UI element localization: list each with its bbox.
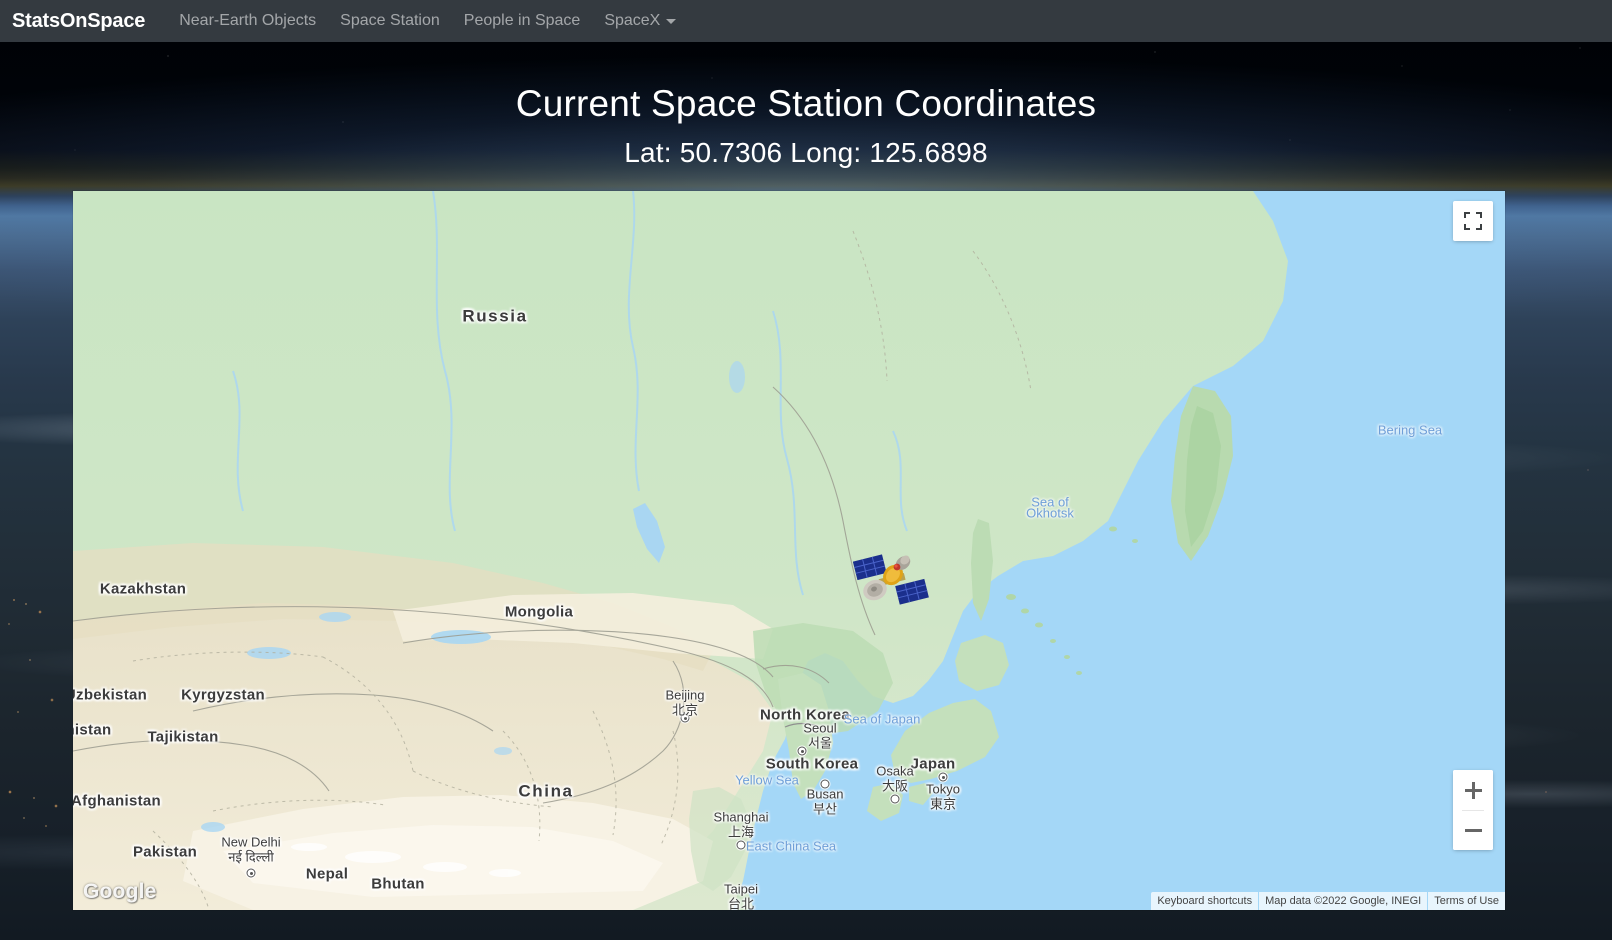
city-dot-osaka: [890, 794, 900, 804]
nav-link-label: Space Station: [340, 12, 440, 29]
nav-link-near-earth-objects[interactable]: Near-Earth Objects: [167, 12, 328, 30]
city-dot-new-delhi: [246, 868, 256, 878]
fullscreen-icon: [1464, 212, 1482, 230]
nav-link-people-in-space[interactable]: People in Space: [452, 12, 593, 30]
nav-link-label: Near-Earth Objects: [179, 12, 317, 29]
header-block: Current Space Station Coordinates Lat: 5…: [0, 42, 1612, 169]
zoom-controls[interactable]: [1453, 770, 1493, 850]
city-dot-beijing: [680, 713, 690, 723]
minus-icon: [1464, 822, 1482, 839]
google-map[interactable]: Russia Kazakhstan Uzbekistan Kyrgyzstan …: [73, 191, 1505, 910]
fullscreen-button[interactable]: [1453, 201, 1493, 241]
chevron-down-icon: [666, 18, 677, 24]
coordinates-readout: Lat: 50.7306 Long: 125.6898: [624, 136, 988, 168]
map-data-copyright: Map data ©2022 Google, INEGI: [1259, 892, 1428, 910]
terms-of-use-link[interactable]: Terms of Use: [1428, 892, 1505, 910]
satellite-icon: [852, 554, 929, 605]
nav-links: Near-Earth Objects Space Station People …: [167, 12, 688, 30]
nav-link-label: People in Space: [463, 12, 581, 29]
nav-link-space-station[interactable]: Space Station: [328, 12, 452, 30]
page-title: Current Space Station Coordinates: [515, 83, 1097, 124]
city-dot-shanghai: [736, 840, 746, 850]
page-root: StatsOnSpace Near-Earth Objects Space St…: [0, 0, 1612, 940]
map-canvas[interactable]: Russia Kazakhstan Uzbekistan Kyrgyzstan …: [73, 191, 1505, 910]
google-logo[interactable]: Google: [83, 880, 157, 904]
zoom-in-button[interactable]: [1453, 770, 1493, 810]
keyboard-shortcuts-link[interactable]: Keyboard shortcuts: [1151, 892, 1259, 910]
brand-logo[interactable]: StatsOnSpace: [12, 10, 145, 33]
zoom-out-button[interactable]: [1453, 810, 1493, 850]
iss-satellite-marker[interactable]: [852, 550, 929, 612]
nav-link-label: SpaceX: [604, 12, 661, 29]
plus-icon: [1464, 781, 1482, 799]
city-dot-tokyo: [938, 772, 948, 782]
top-navbar: StatsOnSpace Near-Earth Objects Space St…: [0, 0, 1612, 42]
nav-dropdown-spacex[interactable]: SpaceX: [592, 12, 688, 30]
city-dot-busan: [820, 779, 830, 789]
map-attribution-bar: Keyboard shortcuts Map data ©2022 Google…: [1151, 892, 1505, 910]
map-terrain-graphics: [73, 191, 1505, 910]
city-dot-seoul: [797, 746, 807, 756]
